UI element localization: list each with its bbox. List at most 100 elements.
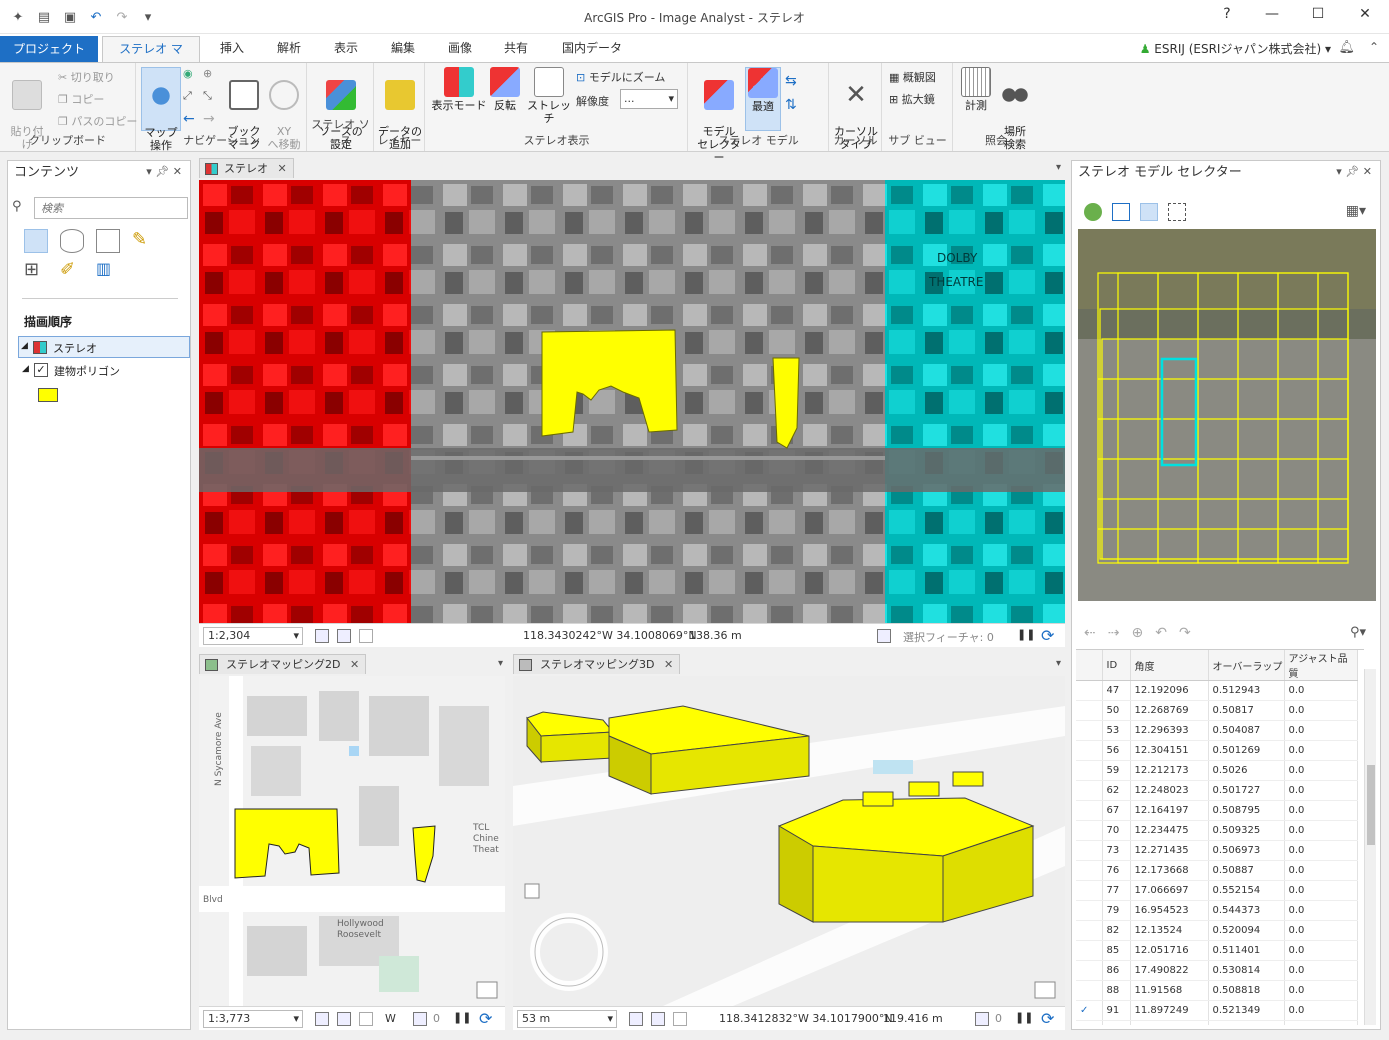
charts-icon[interactable]: ▥ (96, 259, 120, 283)
table-row[interactable]: 62 12.248023 0.501727 0.0 (1076, 780, 1358, 801)
globe-icon[interactable] (1084, 203, 1102, 221)
notification-icon[interactable]: 🔔︎ (1338, 40, 1355, 55)
move-up-icon[interactable]: ⇠ (1084, 625, 1096, 641)
pause-icon[interactable]: ❚❚ (1015, 1011, 1033, 1024)
copy-button[interactable]: ❐ コピー (58, 91, 104, 107)
display-mode-button[interactable]: 表示モード (430, 67, 488, 112)
labeling-icon[interactable]: ✐ (60, 259, 84, 283)
constraint-icon[interactable] (651, 1012, 665, 1026)
zoom-to-icon[interactable] (1112, 203, 1130, 221)
expand-icon[interactable]: ◢ (22, 364, 29, 374)
table-row[interactable]: 77 17.066697 0.552154 0.0 (1076, 880, 1358, 901)
magnifier-button[interactable]: ⊞ 拡大鏡 (889, 91, 935, 107)
row-marker[interactable] (1076, 920, 1103, 941)
layer-building-label[interactable]: 建物ポリゴン (54, 363, 120, 379)
zoom-layer-icon[interactable]: ⊕ (203, 67, 212, 80)
table-row[interactable]: 76 12.173668 0.50887 0.0 (1076, 860, 1358, 881)
row-marker[interactable] (1076, 880, 1103, 901)
grid-snap-icon[interactable] (629, 1012, 643, 1026)
polygon-symbol[interactable] (38, 388, 58, 402)
cut-button[interactable]: ✂ 切り取り (58, 69, 115, 85)
pause-icon[interactable]: ❚❚ (453, 1011, 471, 1024)
tab-stereo-view[interactable]: ステレオ ✕ (199, 158, 294, 178)
close-button[interactable]: ✕ (1345, 6, 1385, 28)
table-row[interactable]: 59 12.212173 0.5026 0.0 (1076, 760, 1358, 781)
zoom-to-model-button[interactable]: ⊡ モデルにズーム (576, 69, 665, 85)
editing-icon[interactable]: ✎ (132, 229, 156, 253)
table-row[interactable]: 53 12.296393 0.504087 0.0 (1076, 720, 1358, 741)
measure-button[interactable]: 計測 (958, 67, 994, 112)
table-icon[interactable] (673, 1012, 687, 1026)
table-row[interactable]: 70 12.234475 0.509325 0.0 (1076, 820, 1358, 841)
tab-analysis[interactable]: 解析 (265, 34, 313, 62)
back-icon[interactable]: ← (183, 111, 195, 127)
forward-icon[interactable]: → (203, 111, 215, 127)
row-marker[interactable] (1076, 740, 1103, 761)
map-operation-button[interactable]: マップ 操作 (141, 67, 181, 152)
full-extent-icon[interactable]: ⤢ (183, 89, 192, 103)
mapping-2d-canvas[interactable]: N Sycamore Ave Blvd Hollywood Roosevelt … (199, 676, 505, 1006)
previous-model-icon[interactable]: ⇆ (785, 73, 797, 89)
data-source-icon[interactable] (60, 229, 84, 253)
tab-imagery[interactable]: 画像 (436, 34, 484, 62)
resolution-select[interactable]: ... ▾ (620, 89, 678, 109)
column-header-quality[interactable]: アジャスト品質 (1284, 650, 1358, 681)
mapping-2d-scale-select[interactable]: 1:3,773 ▾ (203, 1010, 303, 1028)
column-header-angle[interactable]: 角度 (1130, 650, 1209, 681)
layer-stereo-row[interactable]: ◢ ステレオ (18, 336, 190, 358)
row-marker[interactable] (1076, 800, 1103, 821)
table-row[interactable]: 88 11.91568 0.508818 0.0 (1076, 980, 1358, 1001)
collapse-ribbon-icon[interactable]: ⌃ (1369, 40, 1379, 54)
table-scrollbar[interactable] (1364, 669, 1376, 1025)
tab-japan-data[interactable]: 国内データ (550, 34, 634, 62)
globe-icon[interactable]: ◉ (183, 67, 193, 80)
tab-share[interactable]: 共有 (492, 34, 540, 62)
filter-icon[interactable]: ⚲▾ (1350, 625, 1366, 640)
contents-search-input[interactable] (34, 197, 188, 219)
row-marker[interactable] (1076, 680, 1103, 701)
tab-view[interactable]: 表示 (322, 34, 370, 62)
table-row[interactable]: 86 17.490822 0.530814 0.0 (1076, 960, 1358, 981)
tab-project[interactable]: プロジェクト (0, 36, 98, 62)
model-footprint-icon[interactable] (1140, 203, 1158, 221)
grid-snap-icon[interactable] (315, 629, 329, 643)
next-model-icon[interactable]: ⇅ (785, 97, 797, 113)
minimize-button[interactable]: — (1252, 6, 1292, 28)
mapping-3d-canvas[interactable] (513, 676, 1065, 1006)
scrollbar-thumb[interactable] (1367, 765, 1375, 845)
layout-menu-icon[interactable]: ▦▾ (1346, 203, 1366, 219)
tab-mapping-3d[interactable]: ステレオマッピング3D ✕ (513, 654, 681, 674)
row-marker[interactable] (1076, 1020, 1103, 1025)
tab-mapping-2d[interactable]: ステレオマッピング2D ✕ (199, 654, 367, 674)
row-marker[interactable] (1076, 760, 1103, 781)
redo-icon[interactable]: ↷ (1179, 625, 1191, 641)
table-row[interactable]: 79 16.954523 0.544373 0.0 (1076, 900, 1358, 921)
table-row[interactable]: 47 12.192096 0.512943 0.0 (1076, 680, 1358, 701)
pane-controls[interactable]: ▾ 📌︎ ✕ (1336, 165, 1372, 178)
stereo-map-canvas[interactable]: DOLBY THEATRE (199, 180, 1065, 623)
close-tab-icon[interactable]: ✕ (664, 658, 673, 671)
select-by-icon[interactable] (877, 629, 891, 643)
close-tab-icon[interactable]: ✕ (350, 658, 359, 671)
table-row[interactable]: 73 12.271435 0.506973 0.0 (1076, 840, 1358, 861)
table-row[interactable]: 85 12.051716 0.511401 0.0 (1076, 940, 1358, 961)
row-check-icon[interactable]: ✓ (1076, 1000, 1103, 1021)
select-by-icon[interactable] (975, 1012, 989, 1026)
constraint-icon[interactable] (337, 1012, 351, 1026)
refresh-icon[interactable]: ⟳ (1041, 1009, 1054, 1028)
table-icon[interactable] (359, 629, 373, 643)
help-button[interactable]: ? (1207, 6, 1247, 28)
stretch-button[interactable]: ストレッチ (524, 67, 574, 125)
select-by-icon[interactable] (413, 1012, 427, 1026)
column-header-id[interactable]: ID (1102, 650, 1131, 681)
constraint-icon[interactable] (337, 629, 351, 643)
column-header-overlap[interactable]: オーバーラップ (1208, 650, 1285, 681)
tab-menu-icon[interactable]: ▾ (1056, 658, 1061, 669)
snapping-icon[interactable]: ⊞ (24, 259, 48, 283)
table-row[interactable]: 9411.8853870.5265040.0 (1076, 1020, 1358, 1025)
copy-path-button[interactable]: ❐ パスのコピー (58, 113, 137, 129)
undo-icon[interactable]: ↶ (1155, 625, 1167, 641)
fixed-zoom-icon[interactable]: ⤡ (203, 89, 212, 103)
reverse-button[interactable]: 反転 (488, 67, 522, 112)
row-marker[interactable] (1076, 820, 1103, 841)
